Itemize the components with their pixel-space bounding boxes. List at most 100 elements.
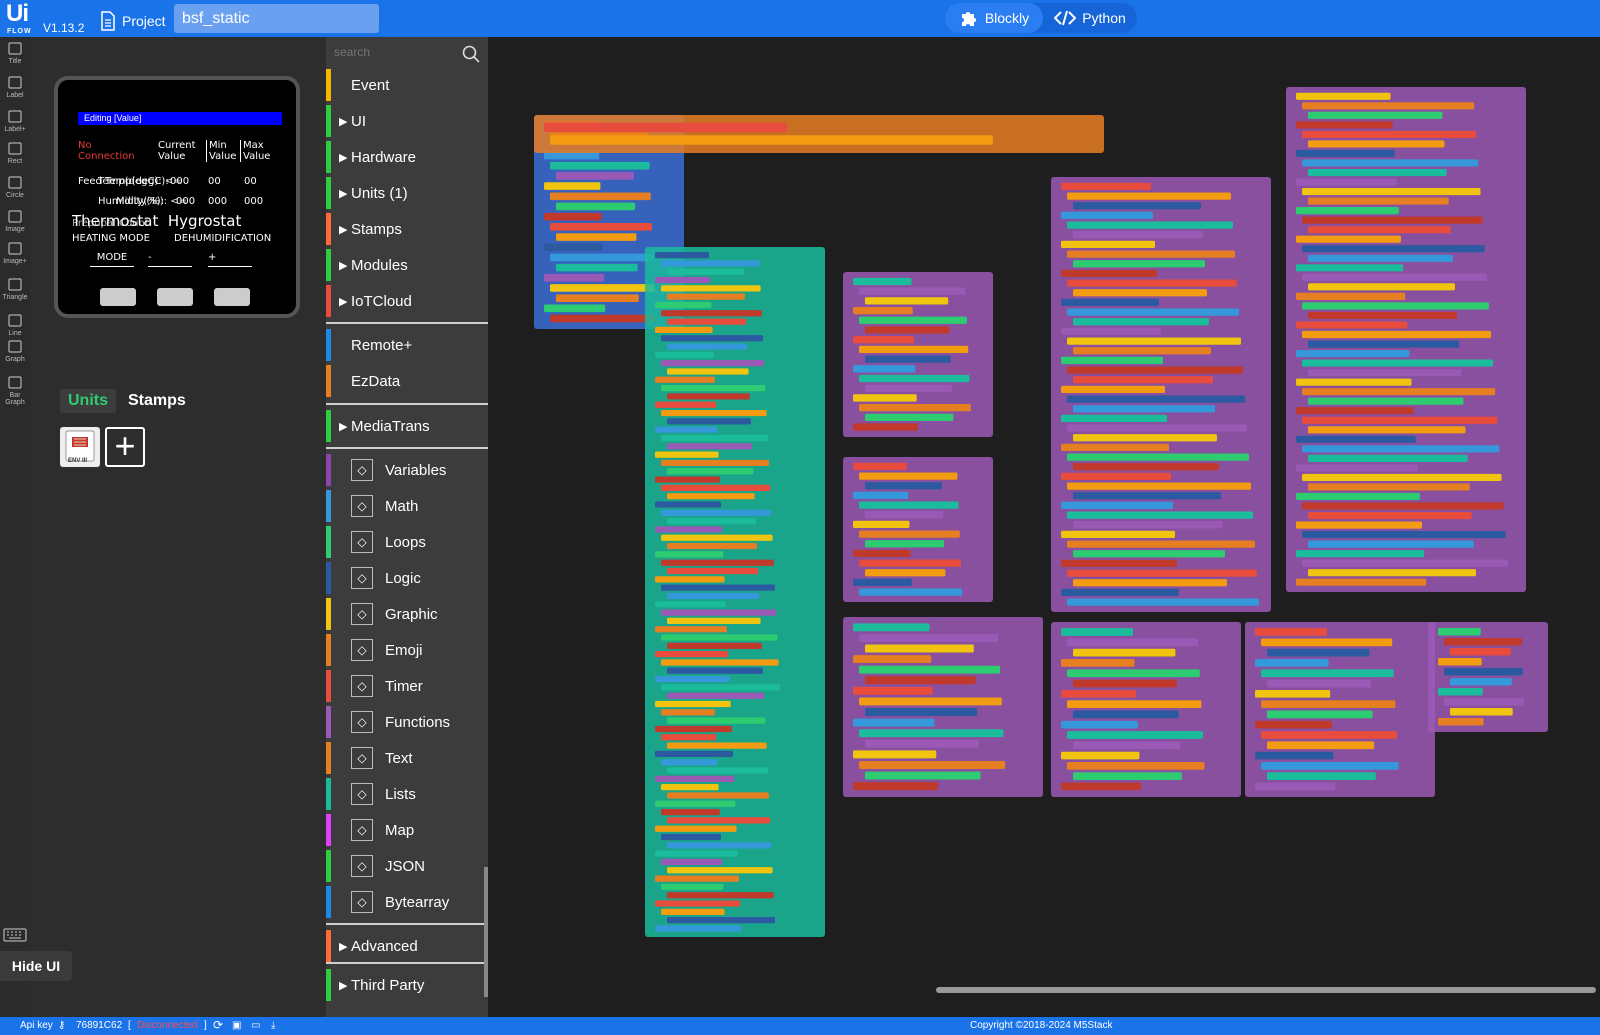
- tab-units[interactable]: Units: [60, 389, 116, 413]
- code-block[interactable]: [1261, 731, 1397, 739]
- code-block[interactable]: [667, 318, 747, 325]
- code-block[interactable]: [1296, 149, 1395, 158]
- block-stack[interactable]: [843, 617, 1043, 797]
- code-block[interactable]: [667, 817, 771, 824]
- code-block[interactable]: [655, 276, 711, 284]
- category-math[interactable]: ◇ Math: [326, 490, 488, 522]
- category-logic[interactable]: ◇ Logic: [326, 562, 488, 594]
- code-block[interactable]: [655, 900, 741, 907]
- code-block[interactable]: [667, 293, 745, 300]
- code-block[interactable]: [661, 784, 719, 791]
- code-block[interactable]: [655, 775, 735, 782]
- code-block[interactable]: [1444, 668, 1523, 676]
- code-block[interactable]: [1067, 511, 1253, 519]
- code-block[interactable]: [1061, 628, 1133, 636]
- code-block[interactable]: [853, 686, 933, 695]
- code-block[interactable]: [1302, 302, 1489, 310]
- category-text[interactable]: ◇ Text: [326, 742, 488, 774]
- code-block[interactable]: [661, 310, 762, 317]
- code-block[interactable]: [1296, 92, 1391, 100]
- code-block[interactable]: [1067, 482, 1251, 490]
- code-block[interactable]: [853, 623, 930, 632]
- code-block[interactable]: [556, 172, 634, 180]
- code-block[interactable]: [1438, 658, 1482, 666]
- code-block[interactable]: [1296, 407, 1414, 415]
- code-block[interactable]: [865, 326, 950, 334]
- code-block[interactable]: [1296, 378, 1412, 386]
- code-block[interactable]: [1073, 550, 1225, 558]
- code-block[interactable]: [550, 161, 650, 170]
- code-block[interactable]: [853, 520, 910, 529]
- add-unit-button[interactable]: +: [105, 427, 145, 467]
- code-block[interactable]: [1067, 569, 1257, 577]
- category-mediatrans[interactable]: ▶ MediaTrans: [326, 410, 488, 442]
- code-block[interactable]: [1073, 318, 1209, 326]
- code-block[interactable]: [655, 850, 738, 857]
- code-block[interactable]: [1308, 168, 1447, 177]
- code-block[interactable]: [1302, 359, 1494, 367]
- code-block[interactable]: [1296, 121, 1393, 129]
- code-block[interactable]: [1061, 298, 1159, 307]
- code-block[interactable]: [1302, 502, 1504, 510]
- code-block[interactable]: [655, 825, 737, 832]
- code-block[interactable]: [655, 426, 718, 433]
- code-block[interactable]: [661, 734, 717, 741]
- code-block[interactable]: [1302, 245, 1485, 253]
- category-graphic[interactable]: ◇ Graphic: [326, 598, 488, 630]
- code-block[interactable]: [544, 122, 787, 133]
- code-block[interactable]: [1450, 708, 1513, 716]
- blockly-mode-button[interactable]: Blockly: [945, 3, 1043, 33]
- code-block[interactable]: [853, 655, 932, 664]
- code-block[interactable]: [1067, 308, 1239, 316]
- category-ezdata[interactable]: EzData: [326, 365, 488, 397]
- device-button-a[interactable]: [100, 288, 136, 306]
- code-block[interactable]: [859, 530, 960, 538]
- code-block[interactable]: [1450, 678, 1512, 686]
- code-block[interactable]: [661, 434, 768, 442]
- code-block[interactable]: [865, 771, 981, 780]
- code-block[interactable]: [1444, 638, 1522, 646]
- code-block[interactable]: [661, 509, 772, 516]
- code-block[interactable]: [661, 634, 778, 641]
- code-block[interactable]: [550, 314, 656, 323]
- download-icon[interactable]: ⤓: [271, 1020, 275, 1031]
- code-block[interactable]: [859, 345, 969, 354]
- code-block[interactable]: [667, 717, 766, 724]
- code-block[interactable]: [1308, 369, 1462, 377]
- code-block[interactable]: [1261, 638, 1393, 647]
- code-block[interactable]: [1308, 140, 1445, 148]
- code-block[interactable]: [1296, 578, 1427, 586]
- code-block[interactable]: [1073, 202, 1201, 210]
- code-block[interactable]: [1073, 772, 1182, 781]
- category-bytearray[interactable]: ◇ Bytearray: [326, 886, 488, 918]
- code-block[interactable]: [1255, 720, 1332, 729]
- code-block[interactable]: [661, 883, 724, 891]
- code-block[interactable]: [667, 892, 774, 899]
- code-block[interactable]: [1296, 207, 1399, 215]
- category-variables[interactable]: ◇ Variables: [326, 454, 488, 486]
- code-block[interactable]: [1073, 260, 1205, 268]
- code-block[interactable]: [661, 385, 766, 392]
- code-block[interactable]: [1067, 598, 1259, 606]
- code-block[interactable]: [1073, 579, 1227, 587]
- code-block[interactable]: [1296, 550, 1425, 558]
- code-block[interactable]: [655, 875, 739, 882]
- code-block[interactable]: [1308, 311, 1458, 320]
- code-block[interactable]: [550, 223, 652, 231]
- code-block[interactable]: [661, 858, 723, 866]
- code-block[interactable]: [865, 676, 976, 685]
- code-block[interactable]: [859, 287, 966, 295]
- code-block[interactable]: [655, 675, 730, 683]
- code-block[interactable]: [667, 542, 757, 550]
- keyboard-icon[interactable]: [3, 928, 27, 947]
- code-block[interactable]: [1073, 434, 1217, 442]
- code-block[interactable]: [865, 569, 946, 577]
- code-block[interactable]: [550, 192, 651, 201]
- code-block[interactable]: [865, 739, 979, 748]
- category-modules[interactable]: ▶ Modules: [326, 249, 488, 281]
- code-block[interactable]: [1261, 762, 1399, 770]
- tool-rect[interactable]: Rect: [0, 141, 30, 165]
- code-block[interactable]: [1073, 405, 1215, 413]
- code-block[interactable]: [661, 584, 775, 591]
- code-block[interactable]: [1255, 751, 1334, 760]
